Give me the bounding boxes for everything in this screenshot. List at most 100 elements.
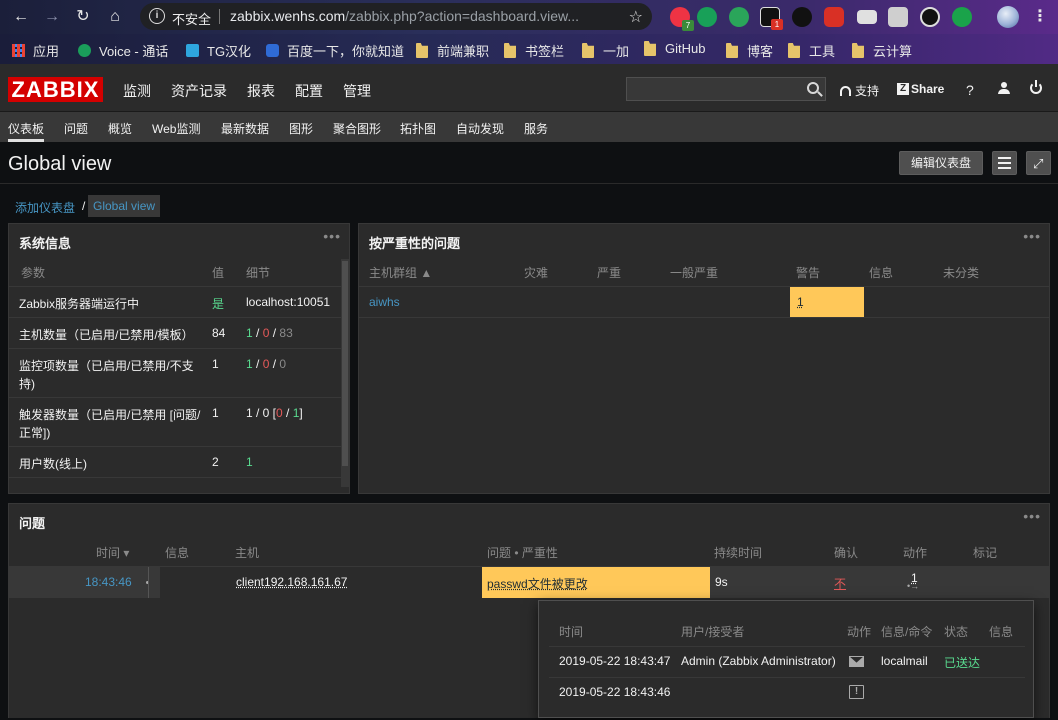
bookmark-label: 工具 — [809, 44, 836, 59]
bookmark-apps[interactable]: 应用 — [12, 41, 59, 60]
dashboard-menu-button[interactable] — [992, 151, 1017, 175]
widget-options-icon[interactable]: ••• — [1023, 508, 1041, 524]
back-icon[interactable]: ← — [10, 6, 32, 28]
bookmark-folder-blog[interactable]: 博客 — [726, 41, 773, 60]
edit-dashboard-button[interactable]: 编辑仪表盘 — [899, 151, 983, 175]
scrollbar-thumb[interactable] — [342, 261, 348, 466]
column-header-tags: 标记 — [973, 546, 998, 560]
search-input[interactable] — [626, 77, 826, 101]
bookmark-folder-bookmarks[interactable]: 书签栏 — [504, 41, 564, 60]
zabbix-logo[interactable]: ZABBIX — [8, 77, 103, 102]
host-link[interactable]: client192.168.161.67 — [236, 575, 347, 589]
warning-count[interactable]: 1 — [797, 295, 804, 309]
bookmark-star-icon[interactable]: ☆ — [629, 7, 643, 27]
bookmark-folder-frontend[interactable]: 前端兼职 — [416, 41, 489, 60]
search-icon[interactable] — [807, 82, 819, 94]
extension-green-icon[interactable] — [697, 7, 717, 27]
tab-dashboard[interactable]: 仪表板 — [8, 120, 44, 137]
param-cell: 用户数(线上) — [19, 457, 87, 471]
support-link[interactable]: 支持 — [840, 82, 879, 99]
url-text[interactable]: zabbix.wenhs.com/zabbix.php?action=dashb… — [230, 8, 579, 24]
param-cell: 触发器数量（已启用/已禁用 [问题/ — [19, 408, 201, 422]
ack-link[interactable]: 不 — [834, 575, 846, 592]
address-bar[interactable]: i 不安全 zabbix.wenhs.com/zabbix.php?action… — [140, 3, 652, 30]
forward-icon[interactable]: → — [41, 6, 63, 28]
row-divider — [549, 646, 1025, 647]
bookmark-baidu[interactable]: 百度一下，你就知道 — [266, 41, 404, 60]
bookmark-tg[interactable]: TG汉化 — [186, 41, 251, 60]
table-row[interactable]: 18:43:46 client192.168.161.67 passwd文件被更… — [9, 567, 1049, 598]
extension-tampermonkey-icon[interactable]: 7 — [670, 7, 694, 31]
widget-options-icon[interactable]: ••• — [1023, 228, 1041, 244]
info-icon[interactable]: i — [149, 8, 165, 24]
breadcrumb-parent[interactable]: 添加仪表盘 — [15, 199, 75, 216]
extension-map-icon[interactable] — [888, 7, 908, 27]
breadcrumb-current[interactable]: Global view — [88, 195, 161, 217]
timeline-line — [148, 567, 149, 598]
column-header-host-group[interactable]: 主机群组 ▲ — [369, 264, 432, 281]
extension-dark-icon[interactable]: 1 — [760, 7, 783, 30]
menu-administration[interactable]: 管理 — [343, 81, 371, 101]
tab-discovery[interactable]: 自动发现 — [456, 120, 504, 137]
tab-screens[interactable]: 聚合图形 — [333, 120, 381, 137]
bookmark-voice[interactable]: Voice - 通话 — [78, 41, 168, 60]
tab-overview[interactable]: 概览 — [108, 120, 132, 137]
problem-time-link[interactable]: 18:43:46 — [85, 575, 132, 589]
extension-key-icon[interactable] — [792, 7, 812, 27]
home-icon[interactable]: ⌂ — [104, 6, 126, 28]
action-arrow-icon: •→ — [907, 581, 920, 591]
tab-graphs[interactable]: 图形 — [289, 120, 313, 137]
widget-options-icon[interactable]: ••• — [323, 228, 341, 244]
extension-window-icon[interactable] — [857, 10, 877, 24]
value-cell: 1 — [212, 406, 219, 420]
share-link[interactable]: Z Share — [897, 82, 944, 96]
menu-reports[interactable]: 报表 — [247, 81, 275, 101]
tab-latest-data[interactable]: 最新数据 — [221, 120, 269, 137]
param-cell: Zabbix服务器端运行中 — [19, 297, 140, 311]
tab-problems[interactable]: 问题 — [64, 120, 88, 137]
column-header-host: 主机 — [235, 546, 260, 560]
fullscreen-button[interactable]: ⤢ — [1026, 151, 1051, 175]
param-cell-cont: 正常]) — [19, 426, 51, 440]
profile-avatar[interactable] — [997, 6, 1019, 28]
scrollbar[interactable] — [341, 259, 349, 487]
bookmark-folder-cloud[interactable]: 云计算 — [852, 41, 912, 60]
extension-c-icon[interactable] — [952, 7, 972, 27]
enabled-count: 1 — [246, 357, 253, 371]
folder-icon — [504, 43, 516, 58]
column-header-information: 信息 — [869, 266, 894, 280]
column-header-time[interactable]: 时间 ▾ — [96, 544, 129, 561]
menu-configuration[interactable]: 配置 — [295, 81, 323, 101]
url-path: /zabbix.php?action=dashboard.view... — [345, 8, 580, 24]
column-header-not-classified: 未分类 — [943, 266, 980, 280]
tab-services[interactable]: 服务 — [524, 120, 548, 137]
problem-severity-cell[interactable]: passwd文件被更改 — [482, 567, 710, 598]
column-header-duration: 持续时间 — [714, 546, 763, 560]
baidu-icon — [266, 44, 279, 57]
host-group-link[interactable]: aiwhs — [369, 295, 400, 309]
problem-name-link[interactable]: passwd文件被更改 — [487, 575, 588, 592]
user-profile-icon[interactable] — [998, 82, 1010, 94]
value-cell: 1 — [212, 357, 219, 371]
row-divider — [9, 348, 342, 349]
widget-title: 问题 — [19, 516, 46, 531]
help-icon[interactable]: ? — [966, 82, 974, 98]
tab-web[interactable]: Web监测 — [152, 120, 200, 137]
bookmark-folder-oneplus[interactable]: 一加 — [582, 41, 629, 60]
bookmark-label: 云计算 — [873, 44, 913, 59]
sign-out-icon[interactable] — [1030, 80, 1042, 94]
actions-link[interactable]: 1 •→ — [907, 571, 919, 591]
menu-inventory[interactable]: 资产记录 — [171, 81, 227, 101]
browser-menu-icon[interactable]: ⋮ — [1032, 6, 1048, 26]
action-time: 2019-05-22 18:43:47 — [559, 654, 671, 668]
bookmark-folder-tools[interactable]: 工具 — [788, 41, 835, 60]
extension-speed-icon[interactable] — [920, 7, 940, 27]
warning-cell[interactable]: 1 — [790, 287, 864, 317]
extension-grammar-icon[interactable] — [729, 7, 749, 27]
menu-monitoring[interactable]: 监测 — [123, 81, 151, 101]
reload-icon[interactable]: ↻ — [72, 6, 94, 28]
tab-maps[interactable]: 拓扑图 — [400, 120, 436, 137]
extension-video-icon[interactable] — [824, 7, 844, 27]
column-header-warning: 警告 — [796, 266, 821, 280]
bookmark-folder-github[interactable]: GitHub — [644, 41, 705, 56]
